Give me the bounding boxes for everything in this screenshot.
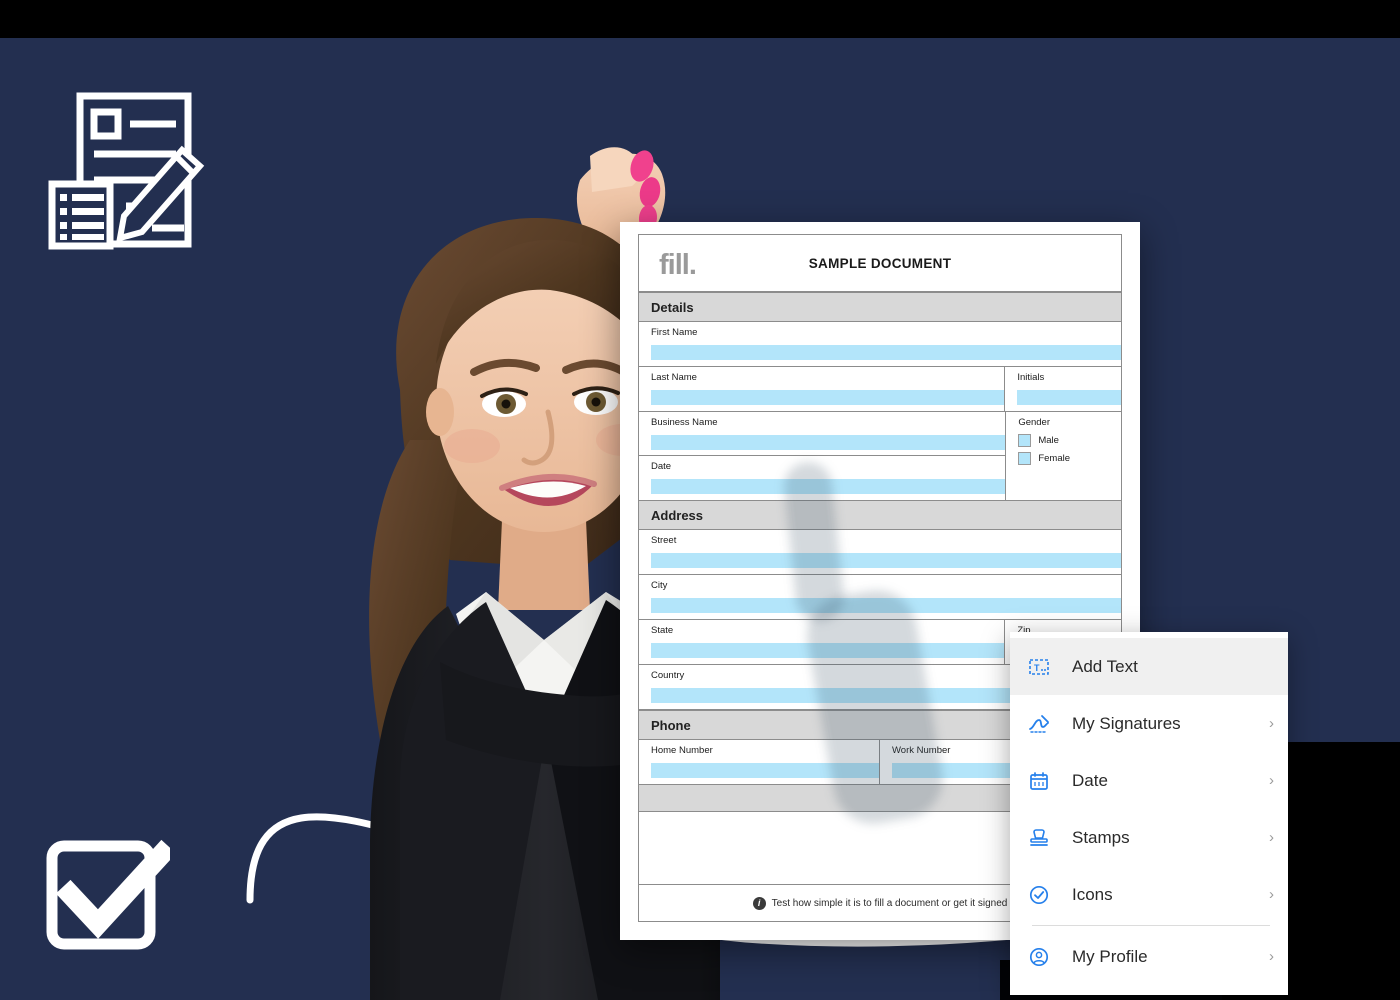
field-date[interactable]: Date [639,456,1006,500]
field-last-name[interactable]: Last Name [639,367,1006,411]
menu-item-label: Icons [1072,884,1113,904]
section-heading-address: Address [639,500,1121,530]
input-highlight[interactable] [651,643,1005,658]
fill-logo: fill. [659,249,697,281]
context-menu: T Add Text My Signatures › Date › Stamps… [1010,632,1288,995]
field-street[interactable]: Street [639,530,1121,574]
form-pencil-icon [48,92,205,250]
field-label: State [651,625,674,636]
table-row: City [639,575,1121,620]
chevron-right-icon: › [1269,829,1274,846]
chevron-right-icon: › [1269,715,1274,732]
calendar-icon [1028,770,1062,792]
gender-option-male[interactable]: Male [1018,434,1121,447]
field-state[interactable]: State [639,620,1006,664]
document-header: fill. SAMPLE DOCUMENT [639,235,1121,292]
table-row: Last Name Initials [639,367,1121,412]
input-highlight[interactable] [651,763,879,778]
input-highlight[interactable] [1017,390,1121,405]
option-label: Female [1038,453,1070,464]
menu-item-label: My Profile [1072,946,1148,966]
menu-item-label: Add Text [1072,656,1138,676]
field-label: Initials [1017,372,1045,383]
menu-item-my-profile[interactable]: My Profile › [1010,928,1288,985]
info-icon: i [752,896,766,910]
field-label: Business Name [651,417,718,428]
user-circle-icon [1028,946,1062,968]
input-highlight[interactable] [651,435,1006,450]
chevron-right-icon: › [1269,886,1274,903]
field-first-name[interactable]: First Name [639,322,1121,366]
field-label: Home Number [651,745,713,756]
field-initials[interactable]: Initials [1005,367,1121,411]
document-title: SAMPLE DOCUMENT [808,255,952,271]
field-label: Date [651,461,672,472]
menu-item-date[interactable]: Date › [1010,752,1288,809]
field-label: First Name [651,327,698,338]
field-label: Street [651,535,677,546]
input-highlight[interactable] [651,390,1005,405]
add-text-icon: T [1028,656,1062,678]
input-highlight[interactable] [651,479,1006,494]
chevron-right-icon: › [1269,772,1274,789]
checkbox-icon[interactable] [1018,434,1032,447]
screenshot-canvas: fill. SAMPLE DOCUMENT Details First Name… [0,0,1400,1000]
menu-item-label: My Signatures [1072,713,1181,733]
menu-item-label: Date [1072,770,1108,790]
footer-text: Test how simple it is to fill a document… [771,897,1008,909]
stamp-icon [1028,827,1062,849]
field-label: Gender [1018,417,1050,428]
table-row: First Name [639,322,1121,367]
svg-text:T: T [1034,663,1040,673]
field-home-number[interactable]: Home Number [639,740,880,784]
field-business-name[interactable]: Business Name [639,412,1006,456]
field-gender[interactable]: Gender Male Female [1005,412,1121,500]
check-circle-icon [1028,884,1062,906]
table-row: Business Name Date Gender Male Female [639,412,1121,500]
input-highlight[interactable] [651,345,1121,360]
chevron-right-icon: › [1269,948,1274,965]
menu-item-my-signatures[interactable]: My Signatures › [1010,695,1288,752]
field-city[interactable]: City [639,575,1121,619]
left-stack: Business Name Date [639,412,1006,500]
menu-item-stamps[interactable]: Stamps › [1010,809,1288,866]
menu-item-add-text[interactable]: T Add Text [1010,638,1288,695]
field-label: Last Name [651,372,697,383]
input-highlight[interactable] [651,553,1121,568]
menu-item-label: Stamps [1072,827,1130,847]
signature-icon [1028,713,1062,735]
option-label: Male [1038,435,1059,446]
table-row: Street [639,530,1121,575]
section-heading-details: Details [639,292,1121,322]
input-highlight[interactable] [651,598,1121,613]
field-label: City [651,580,668,591]
checkbox-icon[interactable] [1018,452,1032,465]
menu-separator [1032,925,1270,926]
gender-option-female[interactable]: Female [1018,452,1121,465]
checkbox-check-icon [46,839,170,950]
menu-item-icons[interactable]: Icons › [1010,866,1288,923]
